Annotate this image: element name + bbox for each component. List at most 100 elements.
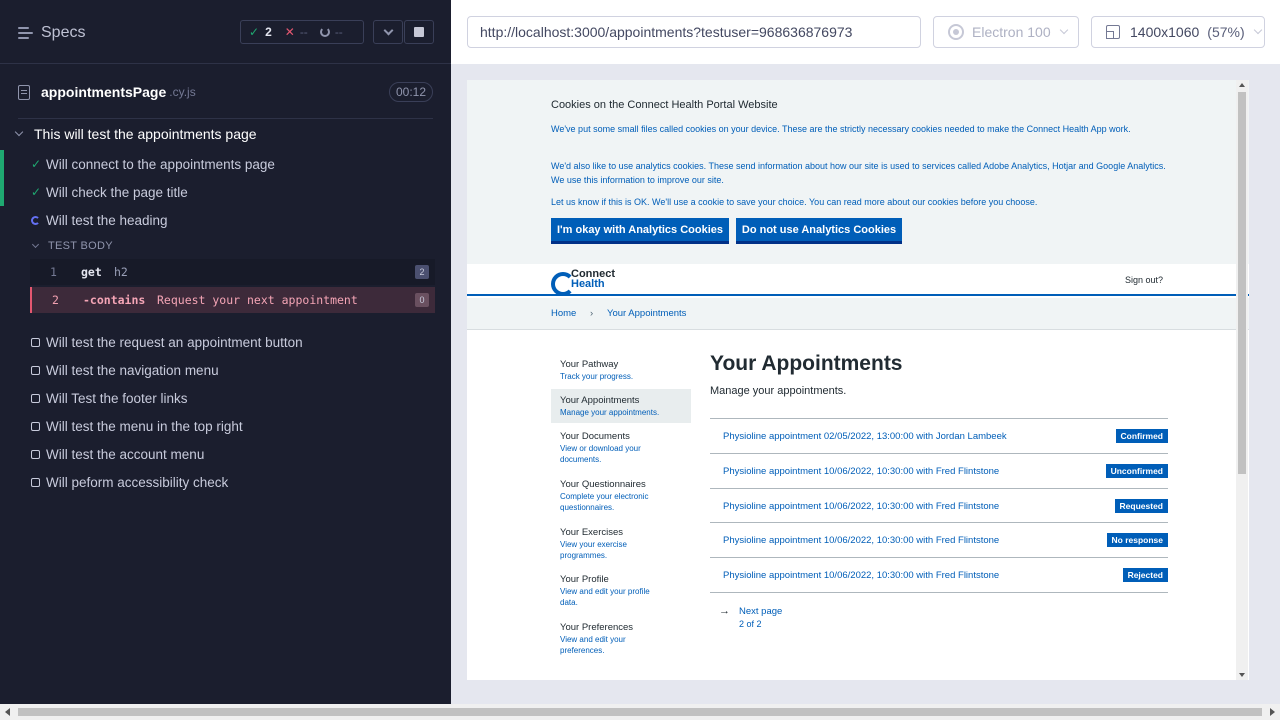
test-row[interactable]: Will test the heading [0, 206, 451, 234]
test-stats: ✓ 2 ✕ -- -- [240, 20, 364, 44]
nav-subtitle: View and edit your preferences. [560, 635, 626, 655]
test-label: Will connect to the appointments page [46, 156, 275, 172]
scroll-down-icon[interactable] [1239, 673, 1245, 677]
appointment-row[interactable]: Physioline appointment 10/06/2022, 10:30… [710, 523, 1168, 557]
test-label: Will Test the footer links [46, 390, 188, 406]
test-label: Will test the menu in the top right [46, 418, 243, 434]
side-nav-preferences[interactable]: Your Preferences View and edit your pref… [551, 622, 691, 656]
pending-square-icon [31, 449, 40, 459]
spec-file-ext: .cy.js [169, 85, 196, 99]
aut-panel: http://localhost:3000/appointments?testu… [451, 0, 1280, 704]
viewport-size: 1400x1060 [1130, 24, 1200, 40]
arrow-right-icon: → [719, 605, 730, 617]
appointment-row[interactable]: Physioline appointment 10/06/2022, 10:30… [710, 489, 1168, 523]
command-row[interactable]: 1 get h2 2 [30, 259, 435, 285]
stop-button[interactable] [404, 20, 434, 44]
collapse-all-button[interactable] [373, 20, 403, 44]
passed-check-icon: ✓ [30, 185, 42, 199]
nav-subtitle: Track your progress. [560, 372, 634, 381]
app-iframe: Cookies on the Connect Health Portal Web… [467, 80, 1249, 680]
cookie-title: Cookies on the Connect Health Portal Web… [551, 99, 778, 111]
test-row[interactable]: Will peform accessibility check [0, 468, 451, 496]
test-body-label: TEST BODY [48, 240, 113, 252]
appointment-link[interactable]: Physioline appointment 10/06/2022, 10:30… [723, 501, 999, 512]
sign-out-link[interactable]: Sign out? [1125, 275, 1163, 285]
status-badge: Requested [1114, 499, 1168, 513]
test-row[interactable]: ✓ Will connect to the appointments page [0, 150, 451, 178]
nav-subtitle: View and edit your profile data. [560, 587, 650, 607]
suite-title: This will test the appointments page [34, 126, 257, 142]
side-nav-documents[interactable]: Your Documents View or download your doc… [551, 431, 691, 465]
breadcrumb-home[interactable]: Home [551, 308, 576, 319]
test-row[interactable]: Will test the request an appointment but… [0, 328, 451, 356]
side-nav-questionnaires[interactable]: Your Questionnaires Complete your electr… [551, 479, 691, 513]
reporter-header: Specs ✓ 2 ✕ -- -- [0, 0, 451, 64]
browser-selector[interactable]: Electron 100 [933, 16, 1079, 48]
chevron-down-icon [1059, 25, 1068, 35]
logo-icon [551, 271, 575, 296]
status-badge: Confirmed [1115, 429, 1168, 443]
command-row-failed[interactable]: 2 -contains Request your next appointmen… [30, 287, 435, 313]
viewport-info[interactable]: 1400x1060 (57%) [1091, 16, 1265, 48]
specs-label: Specs [41, 24, 86, 41]
pending-spinner-icon [319, 27, 330, 37]
cookie-banner: Cookies on the Connect Health Portal Web… [467, 80, 1249, 264]
suite-title-row[interactable]: This will test the appointments page [14, 124, 257, 144]
cookie-text: We'd also like to use analytics cookies.… [551, 161, 1166, 185]
test-row[interactable]: Will test the navigation menu [0, 356, 451, 384]
side-nav-exercises[interactable]: Your Exercises View your exercise progra… [551, 527, 691, 561]
test-row[interactable]: ✓ Will check the page title [0, 178, 451, 206]
test-row[interactable]: Will Test the footer links [0, 384, 451, 412]
specs-toggle[interactable]: Specs [18, 22, 85, 44]
side-nav-profile[interactable]: Your Profile View and edit your profile … [551, 574, 691, 608]
test-row[interactable]: Will test the account menu [0, 440, 451, 468]
accept-cookies-button[interactable]: I'm okay with Analytics Cookies [551, 218, 729, 244]
test-body-header[interactable]: TEST BODY [31, 239, 113, 253]
running-spinner-icon [31, 215, 40, 225]
passed-check-icon: ✓ [249, 25, 260, 39]
spec-file-row[interactable]: appointmentsPage .cy.js 00:12 [18, 80, 433, 104]
scroll-left-icon[interactable] [5, 708, 10, 716]
pending-square-icon [31, 477, 40, 487]
nav-subtitle: Complete your electronic questionnaires. [560, 492, 649, 512]
appointment-link[interactable]: Physioline appointment 10/06/2022, 10:30… [723, 535, 999, 546]
appointment-row[interactable]: Physioline appointment 10/06/2022, 10:30… [710, 454, 1168, 488]
cookie-text: We've put some small files called cookie… [551, 124, 1131, 134]
chevron-down-icon [14, 127, 24, 137]
chevron-down-icon [383, 25, 393, 35]
url-field[interactable]: http://localhost:3000/appointments?testu… [467, 16, 921, 48]
pending-square-icon [31, 337, 40, 347]
connect-health-logo[interactable]: Connect Health [551, 269, 615, 296]
appointment-link[interactable]: Physioline appointment 10/06/2022, 10:30… [723, 570, 999, 581]
aut-toolbar: http://localhost:3000/appointments?testu… [451, 0, 1280, 64]
nav-title: Your Questionnaires [560, 479, 646, 490]
command-number: 2 [52, 293, 59, 307]
appointment-row[interactable]: Physioline appointment 10/06/2022, 10:30… [710, 558, 1168, 592]
nav-subtitle: View or download your documents. [560, 444, 641, 464]
scroll-right-icon[interactable] [1270, 708, 1275, 716]
appointment-row[interactable]: Physioline appointment 02/05/2022, 13:00… [710, 419, 1168, 453]
horizontal-scrollbar[interactable] [0, 704, 1280, 720]
page-subtitle: Manage your appointments. [710, 385, 847, 397]
breadcrumb-separator: › [590, 308, 594, 319]
breadcrumb-current[interactable]: Your Appointments [607, 308, 686, 319]
side-nav-pathway[interactable]: Your Pathway Track your progress. [551, 359, 691, 382]
test-row[interactable]: Will test the menu in the top right [0, 412, 451, 440]
element-count-badge: 2 [415, 265, 429, 279]
viewport-scale: (57%) [1207, 24, 1245, 40]
nav-title: Your Preferences [560, 622, 634, 633]
side-nav-appointments[interactable]: Your Appointments Manage your appointmen… [551, 389, 691, 423]
reporter-panel: Specs ✓ 2 ✕ -- -- appointmentsPage .cy.j… [0, 0, 451, 704]
command-name: get [81, 265, 102, 279]
appointment-link[interactable]: Physioline appointment 02/05/2022, 13:00… [723, 431, 1007, 442]
reject-cookies-button[interactable]: Do not use Analytics Cookies [736, 218, 902, 244]
nav-subtitle: Manage your appointments. [560, 408, 660, 417]
scroll-up-icon[interactable] [1239, 83, 1245, 87]
cookie-text[interactable]: Let us know if this is OK. We'll use a c… [551, 196, 1171, 210]
vertical-scrollbar[interactable] [1236, 80, 1248, 680]
command-message: Request your next appointment [157, 293, 358, 307]
stop-icon [414, 27, 424, 37]
scrollbar-thumb[interactable] [18, 708, 1262, 716]
appointment-link[interactable]: Physioline appointment 10/06/2022, 10:30… [723, 466, 999, 477]
scrollbar-thumb[interactable] [1238, 92, 1246, 474]
